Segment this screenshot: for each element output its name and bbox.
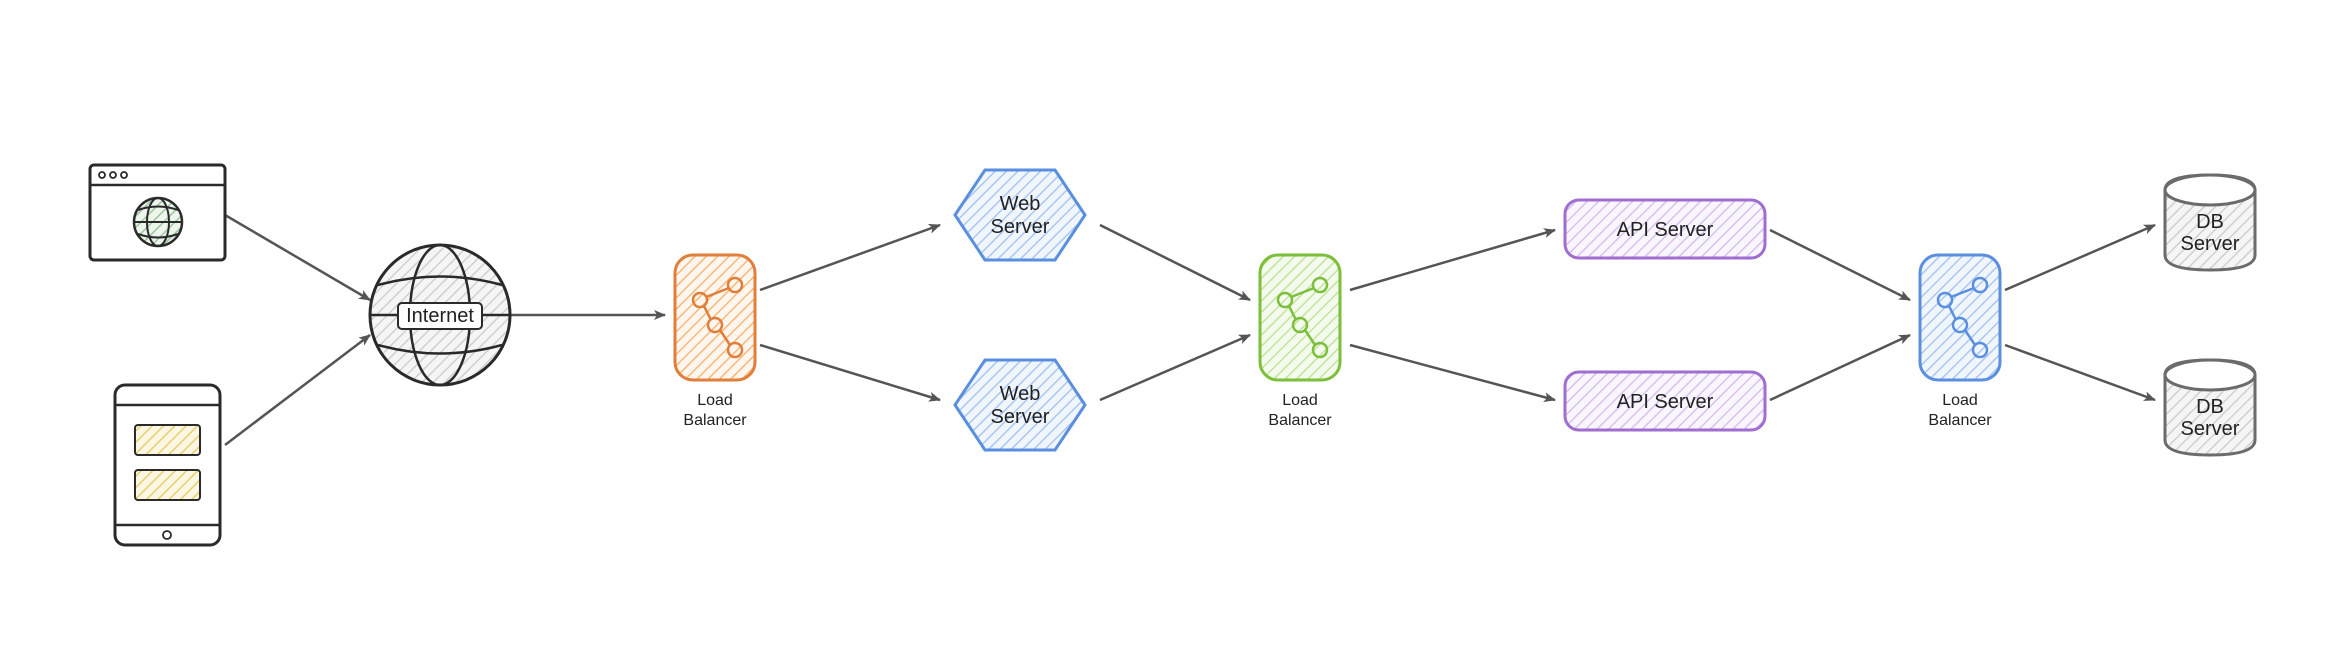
lb1-caption-line1: Load	[697, 392, 733, 409]
lb2-caption-line1: Load	[1282, 392, 1318, 409]
edge-lb2-api2	[1350, 345, 1555, 400]
lb3-caption-line1: Load	[1942, 392, 1978, 409]
db1-label-line2: Server	[2181, 233, 2240, 255]
db1-label-line1: DB	[2196, 211, 2224, 233]
lb3-caption-line2: Balancer	[1928, 412, 1992, 429]
mobile-client-node	[115, 385, 220, 545]
internet-node: Internet	[370, 245, 510, 385]
web-server-2-node: Web Server	[955, 360, 1085, 450]
edge-api1-lb3	[1770, 230, 1910, 300]
edge-lb3-db1	[2005, 225, 2155, 290]
api1-label: API Server	[1617, 219, 1714, 241]
browser-client-node	[90, 165, 225, 260]
api-server-2-node: API Server	[1565, 372, 1765, 430]
lb2-caption-line2: Balancer	[1268, 412, 1332, 429]
browser-globe-icon	[134, 198, 182, 246]
web1-label-line2: Server	[991, 216, 1050, 238]
load-balancer-3-node: Load Balancer	[1920, 255, 2000, 429]
edges	[225, 215, 2155, 445]
web1-label-line1: Web	[1000, 193, 1041, 215]
lb1-caption-line2: Balancer	[683, 412, 747, 429]
db2-label-line1: DB	[2196, 396, 2224, 418]
load-balancer-2-node: Load Balancer	[1260, 255, 1340, 429]
edge-web1-lb2	[1100, 225, 1250, 300]
api2-label: API Server	[1617, 391, 1714, 413]
edge-browser-internet	[225, 215, 370, 300]
web2-label-line1: Web	[1000, 383, 1041, 405]
load-balancer-1-node: Load Balancer	[675, 255, 755, 429]
internet-label: Internet	[406, 305, 474, 327]
edge-api2-lb3	[1770, 335, 1910, 400]
edge-mobile-internet	[225, 335, 370, 445]
db-server-2-node: DB Server	[2165, 360, 2255, 455]
web2-label-line2: Server	[991, 406, 1050, 428]
edge-lb1-web2	[760, 345, 940, 400]
web-server-1-node: Web Server	[955, 170, 1085, 260]
edge-lb2-api1	[1350, 230, 1555, 290]
edge-lb3-db2	[2005, 345, 2155, 400]
db-server-1-node: DB Server	[2165, 175, 2255, 270]
api-server-1-node: API Server	[1565, 200, 1765, 258]
edge-lb1-web1	[760, 225, 940, 290]
db2-label-line2: Server	[2181, 418, 2240, 440]
edge-web2-lb2	[1100, 335, 1250, 400]
architecture-diagram: Internet Load Balancer Web Server Web Se…	[0, 0, 2332, 670]
